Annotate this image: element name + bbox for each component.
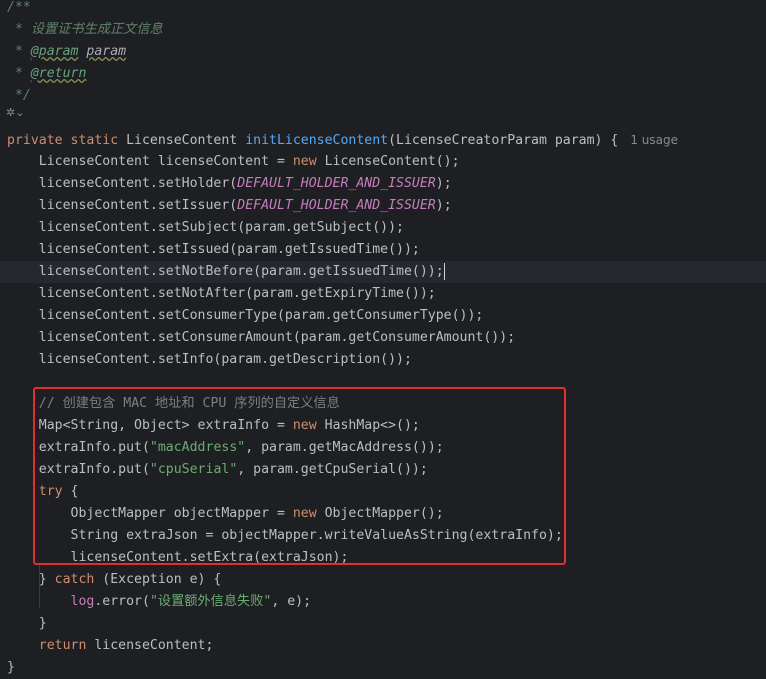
code-line[interactable]: } bbox=[0, 657, 766, 679]
code-token: licenseContent.setIssuer( bbox=[7, 198, 238, 213]
code-text: licenseContent.setConsumerType(param.get… bbox=[7, 305, 484, 327]
code-line[interactable]: return licenseContent; bbox=[0, 635, 766, 657]
code-line[interactable]: private static LicenseContent initLicens… bbox=[0, 129, 766, 151]
code-text: private static LicenseContent initLicens… bbox=[7, 129, 678, 152]
code-text: licenseContent.setInfo(param.getDescript… bbox=[7, 349, 412, 371]
code-token: "设置额外信息失败" bbox=[149, 594, 272, 609]
code-text: licenseContent.setConsumerAmount(param.g… bbox=[7, 327, 515, 349]
code-token: new bbox=[292, 154, 325, 169]
indent-guide bbox=[39, 564, 40, 608]
code-token: licenseContent.setNotAfter(param.getExpi… bbox=[7, 286, 436, 301]
code-text: * @param param bbox=[7, 41, 126, 63]
code-token: @param bbox=[30, 44, 79, 59]
code-token: LicenseContent licenseContent = bbox=[7, 154, 293, 169]
code-text: return licenseContent; bbox=[7, 635, 214, 657]
code-token: initLicenseContent bbox=[245, 133, 389, 148]
code-text: licenseContent.setIssuer(DEFAULT_HOLDER_… bbox=[7, 195, 452, 217]
code-line[interactable]: * @return bbox=[0, 63, 766, 85]
code-token: licenseContent.setHolder( bbox=[7, 176, 238, 191]
code-token: ); bbox=[435, 176, 452, 191]
code-token: licenseContent.setIssued(param.getIssued… bbox=[7, 242, 420, 257]
code-text: LicenseContent licenseContent = new Lice… bbox=[7, 151, 460, 173]
code-line[interactable]: /** bbox=[0, 0, 766, 19]
code-token: licenseContent.setConsumerType(param.get… bbox=[7, 308, 484, 323]
code-token: * bbox=[7, 66, 31, 81]
code-token: ); bbox=[435, 198, 452, 213]
code-token: .error( bbox=[94, 594, 150, 609]
text-caret bbox=[443, 262, 445, 280]
code-text: /** bbox=[7, 0, 31, 19]
ai-sparkle-icon[interactable]: ✲⌄ bbox=[6, 106, 24, 119]
code-line[interactable]: */ bbox=[0, 85, 766, 107]
code-token: 设置证书生成正文信息 bbox=[30, 22, 163, 37]
code-text: } bbox=[7, 613, 47, 635]
code-text: licenseContent.setNotBefore(param.getIss… bbox=[7, 261, 445, 283]
code-text: licenseContent.setSubject(param.getSubje… bbox=[7, 217, 404, 239]
code-text: licenseContent.setIssued(param.getIssued… bbox=[7, 239, 420, 261]
annotation-highlight-box bbox=[33, 387, 566, 565]
code-line[interactable]: * @param param bbox=[0, 41, 766, 63]
code-line[interactable]: LicenseContent licenseContent = new Lice… bbox=[0, 151, 766, 173]
code-line[interactable]: licenseContent.setSubject(param.getSubje… bbox=[0, 217, 766, 239]
code-token: } bbox=[7, 660, 15, 675]
code-token: , e); bbox=[271, 594, 312, 609]
code-token: licenseContent; bbox=[94, 638, 214, 653]
code-token: LicenseContent bbox=[126, 133, 246, 148]
code-line[interactable]: licenseContent.setNotBefore(param.getIss… bbox=[0, 261, 766, 283]
code-token: licenseContent.setSubject(param.getSubje… bbox=[7, 220, 404, 235]
code-line[interactable]: * 设置证书生成正文信息 bbox=[0, 19, 766, 41]
code-text: */ bbox=[7, 85, 31, 107]
code-token: LicenseContent(); bbox=[324, 154, 460, 169]
code-line[interactable]: licenseContent.setIssued(param.getIssued… bbox=[0, 239, 766, 261]
code-token: */ bbox=[7, 88, 31, 103]
code-token: } bbox=[7, 616, 47, 631]
code-token: DEFAULT_HOLDER_AND_ISSUER bbox=[237, 198, 436, 213]
code-text: * 设置证书生成正文信息 bbox=[7, 19, 163, 41]
code-token: * bbox=[7, 22, 31, 37]
code-token: catch bbox=[54, 572, 103, 587]
code-line[interactable]: licenseContent.setConsumerAmount(param.g… bbox=[0, 327, 766, 349]
code-line[interactable]: licenseContent.setNotAfter(param.getExpi… bbox=[0, 283, 766, 305]
code-line[interactable]: licenseContent.setIssuer(DEFAULT_HOLDER_… bbox=[0, 195, 766, 217]
code-line[interactable]: licenseContent.setHolder(DEFAULT_HOLDER_… bbox=[0, 173, 766, 195]
code-token: } bbox=[7, 572, 55, 587]
code-text: licenseContent.setHolder(DEFAULT_HOLDER_… bbox=[7, 173, 452, 195]
code-line[interactable]: licenseContent.setInfo(param.getDescript… bbox=[0, 349, 766, 371]
code-token: private static bbox=[7, 133, 127, 148]
code-token: * bbox=[7, 44, 31, 59]
code-token: param bbox=[86, 44, 127, 59]
code-line[interactable]: log.error("设置额外信息失败", e); bbox=[0, 591, 766, 613]
code-text: * @return bbox=[7, 63, 86, 85]
code-token: (LicenseCreatorParam param) { bbox=[388, 133, 619, 148]
code-token: DEFAULT_HOLDER_AND_ISSUER bbox=[237, 176, 436, 191]
code-line[interactable]: } catch (Exception e) { bbox=[0, 569, 766, 591]
code-token: (Exception e) { bbox=[102, 572, 222, 587]
code-token: return bbox=[38, 638, 95, 653]
code-text: log.error("设置额外信息失败", e); bbox=[7, 591, 312, 613]
code-line[interactable]: } bbox=[0, 613, 766, 635]
code-token: log bbox=[70, 594, 95, 609]
code-token: licenseContent.setConsumerAmount(param.g… bbox=[7, 330, 516, 345]
code-editor[interactable]: /** * 设置证书生成正文信息 * @param param * @retur… bbox=[0, 0, 766, 675]
usage-hint[interactable]: 1 usage bbox=[630, 133, 678, 147]
code-line[interactable]: licenseContent.setConsumerType(param.get… bbox=[0, 305, 766, 327]
code-token: /** bbox=[7, 0, 31, 15]
code-token: licenseContent.setNotBefore(param.getIss… bbox=[7, 264, 444, 279]
code-line[interactable] bbox=[0, 107, 766, 129]
code-text: } bbox=[7, 657, 15, 679]
code-token: @return bbox=[30, 66, 87, 81]
code-text: licenseContent.setNotAfter(param.getExpi… bbox=[7, 283, 436, 305]
code-token: licenseContent.setInfo(param.getDescript… bbox=[7, 352, 412, 367]
